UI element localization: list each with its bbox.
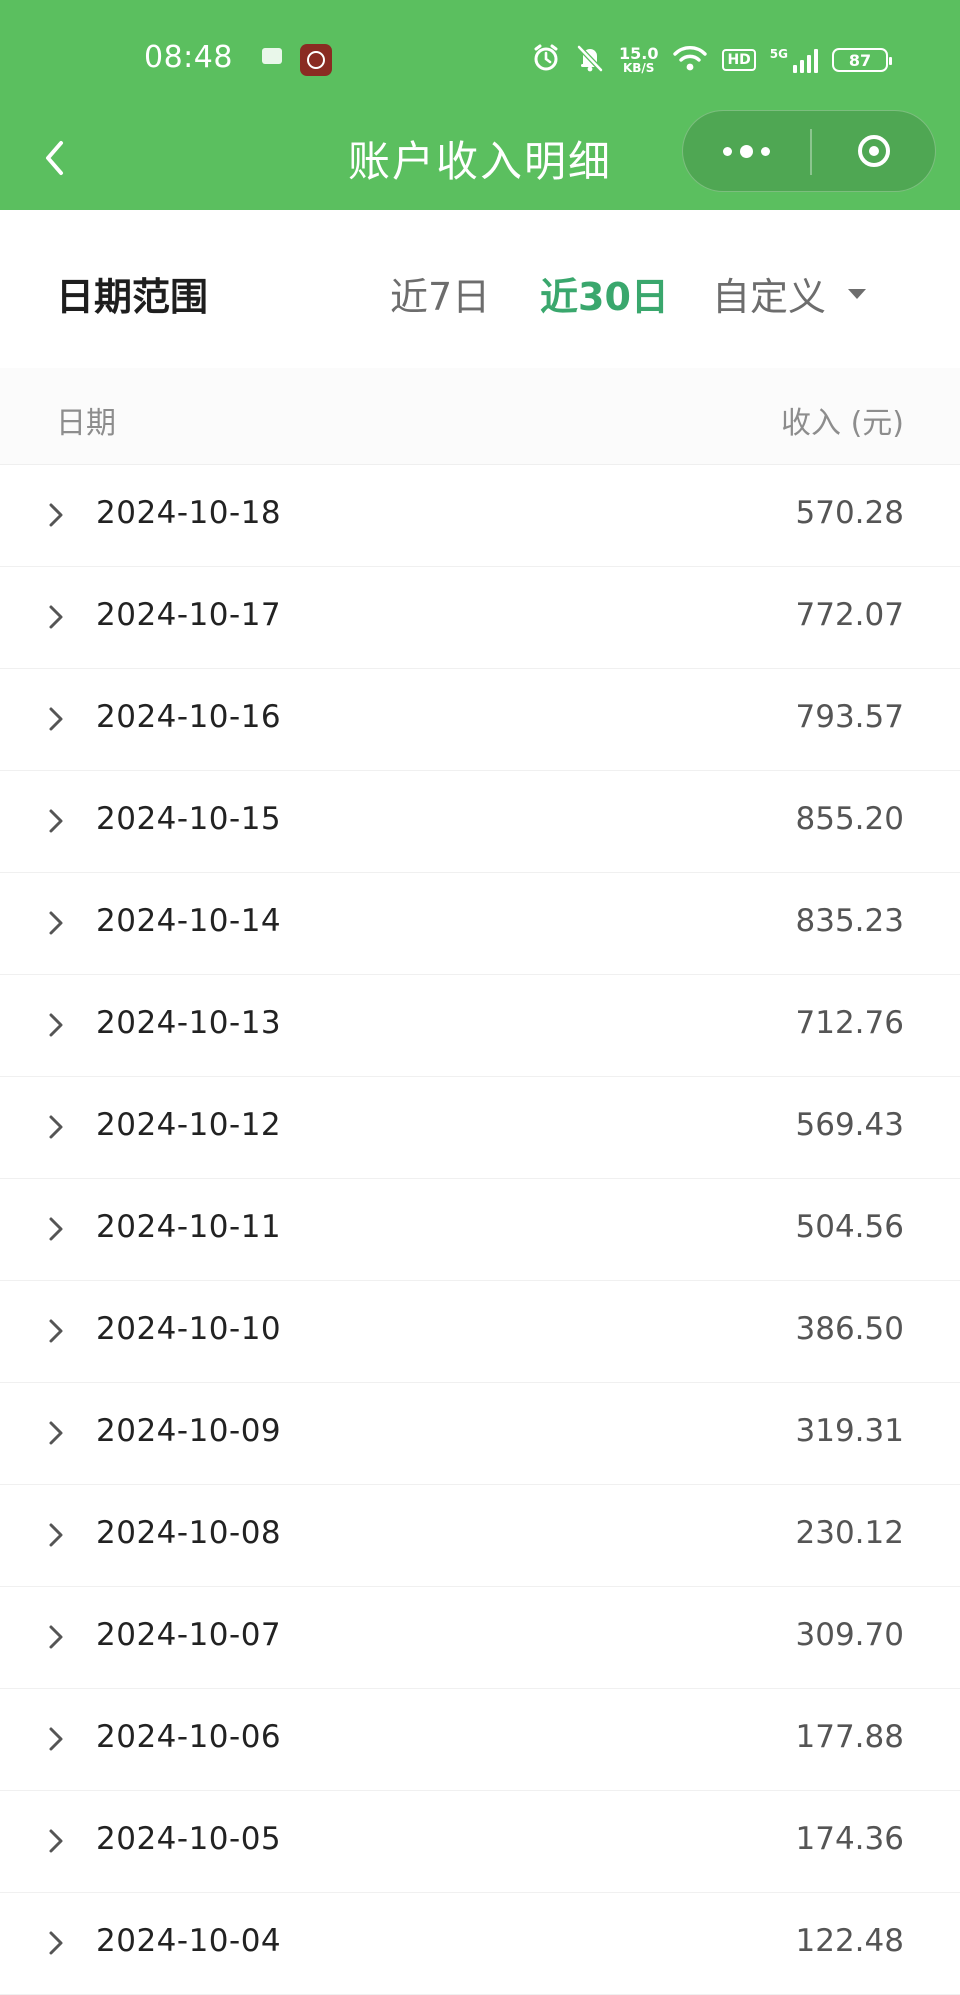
battery-icon: 87	[832, 48, 892, 72]
row-income: 177.88	[795, 1719, 904, 1755]
row-income: 309.70	[795, 1617, 904, 1653]
table-row[interactable]: 2024-10-14 835.23	[0, 873, 960, 975]
row-income: 319.31	[795, 1413, 904, 1449]
nav-bar: 账户收入明细	[0, 110, 960, 210]
row-date: 2024-10-13	[96, 1005, 282, 1041]
network-speed-value: 15.0	[618, 44, 659, 63]
chevron-right-icon	[49, 707, 63, 731]
mute-bell-icon	[575, 43, 605, 78]
row-date: 2024-10-18	[96, 495, 282, 531]
row-date: 2024-10-07	[96, 1617, 282, 1653]
chevron-right-icon	[49, 809, 63, 833]
column-header-income: 收入 (元)	[781, 406, 904, 441]
miniprogram-capsule	[682, 110, 936, 192]
row-date: 2024-10-09	[96, 1413, 282, 1449]
network-speed: 15.0 KB/S	[618, 44, 659, 75]
date-range-label: 日期范围	[56, 275, 209, 319]
filter-last-30-days[interactable]: 近30日	[540, 266, 669, 321]
row-date: 2024-10-10	[96, 1311, 282, 1347]
row-income: 855.20	[795, 801, 904, 837]
row-date: 2024-10-12	[96, 1107, 282, 1143]
table-row[interactable]: 2024-10-07 309.70	[0, 1587, 960, 1689]
signal-label: 5G	[769, 47, 788, 61]
chevron-right-icon	[49, 605, 63, 629]
row-income: 772.07	[795, 597, 904, 633]
table-row[interactable]: 2024-10-12 569.43	[0, 1077, 960, 1179]
target-icon	[858, 135, 890, 167]
row-income: 793.57	[795, 699, 904, 735]
table-row[interactable]: 2024-10-10 386.50	[0, 1281, 960, 1383]
status-time: 08:48	[144, 40, 233, 75]
date-range-filter: 日期范围 近7日 近30日 自定义	[0, 210, 960, 368]
chevron-right-icon	[49, 1319, 63, 1343]
message-icon	[262, 48, 282, 64]
row-income: 504.56	[795, 1209, 904, 1245]
chevron-right-icon	[49, 1829, 63, 1853]
chevron-right-icon	[49, 1013, 63, 1037]
chevron-right-icon	[49, 503, 63, 527]
row-date: 2024-10-16	[96, 699, 282, 735]
app-header: 08:48 15.0 KB/S HD 5G 87 账户收入明细	[0, 0, 960, 210]
more-button[interactable]	[683, 111, 809, 191]
table-row[interactable]: 2024-10-11 504.56	[0, 1179, 960, 1281]
row-date: 2024-10-14	[96, 903, 282, 939]
filter-custom-label: 自定义	[712, 275, 827, 319]
network-speed-unit: KB/S	[622, 61, 655, 75]
app-notification-icon	[300, 44, 332, 76]
wifi-icon	[672, 44, 708, 77]
table-row[interactable]: 2024-10-16 793.57	[0, 669, 960, 771]
table-row[interactable]: 2024-10-18 570.28	[0, 465, 960, 567]
row-date: 2024-10-06	[96, 1719, 282, 1755]
row-income: 712.76	[795, 1005, 904, 1041]
table-row[interactable]: 2024-10-05 174.36	[0, 1791, 960, 1893]
row-income: 174.36	[795, 1821, 904, 1857]
chevron-right-icon	[49, 1727, 63, 1751]
table-row[interactable]: 2024-10-15 855.20	[0, 771, 960, 873]
row-income: 230.12	[795, 1515, 904, 1551]
table-row[interactable]: 2024-10-08 230.12	[0, 1485, 960, 1587]
table-row[interactable]: 2024-10-04 122.48	[0, 1893, 960, 1995]
signal-icon: 5G	[770, 47, 818, 73]
alarm-icon	[531, 43, 561, 78]
row-income: 570.28	[795, 495, 904, 531]
row-date: 2024-10-17	[96, 597, 282, 633]
row-date: 2024-10-08	[96, 1515, 282, 1551]
chevron-right-icon	[49, 1217, 63, 1241]
table-row[interactable]: 2024-10-17 772.07	[0, 567, 960, 669]
status-bar: 08:48 15.0 KB/S HD 5G 87	[0, 0, 960, 120]
row-date: 2024-10-15	[96, 801, 282, 837]
filter-custom[interactable]: 自定义	[712, 266, 867, 321]
row-income: 386.50	[795, 1311, 904, 1347]
table-row[interactable]: 2024-10-09 319.31	[0, 1383, 960, 1485]
row-date: 2024-10-04	[96, 1923, 282, 1959]
row-income: 569.43	[795, 1107, 904, 1143]
table-row[interactable]: 2024-10-13 712.76	[0, 975, 960, 1077]
chevron-right-icon	[49, 1523, 63, 1547]
battery-level: 87	[848, 50, 872, 70]
filter-last-7-days[interactable]: 近7日	[390, 266, 490, 321]
row-date: 2024-10-11	[96, 1209, 282, 1245]
column-header-date: 日期	[56, 406, 116, 441]
table-row[interactable]: 2024-10-06 177.88	[0, 1689, 960, 1791]
income-table: 日期 收入 (元) 2024-10-18 570.28 2024-10-17 772.…	[0, 368, 960, 1995]
chevron-right-icon	[49, 1931, 63, 1955]
chevron-right-icon	[49, 1625, 63, 1649]
chevron-right-icon	[49, 911, 63, 935]
chevron-right-icon	[49, 1421, 63, 1445]
chevron-right-icon	[49, 1115, 63, 1139]
close-miniprogram-button[interactable]	[811, 111, 937, 191]
status-indicators: 15.0 KB/S HD 5G 87	[531, 40, 892, 80]
hd-icon: HD	[722, 49, 756, 71]
row-income: 122.48	[795, 1923, 904, 1959]
table-rows: 2024-10-18 570.28 2024-10-17 772.07 2024-10-…	[0, 465, 960, 1995]
caret-down-icon	[848, 288, 867, 299]
row-income: 835.23	[795, 903, 904, 939]
row-date: 2024-10-05	[96, 1821, 282, 1857]
table-header: 日期 收入 (元)	[0, 368, 960, 465]
